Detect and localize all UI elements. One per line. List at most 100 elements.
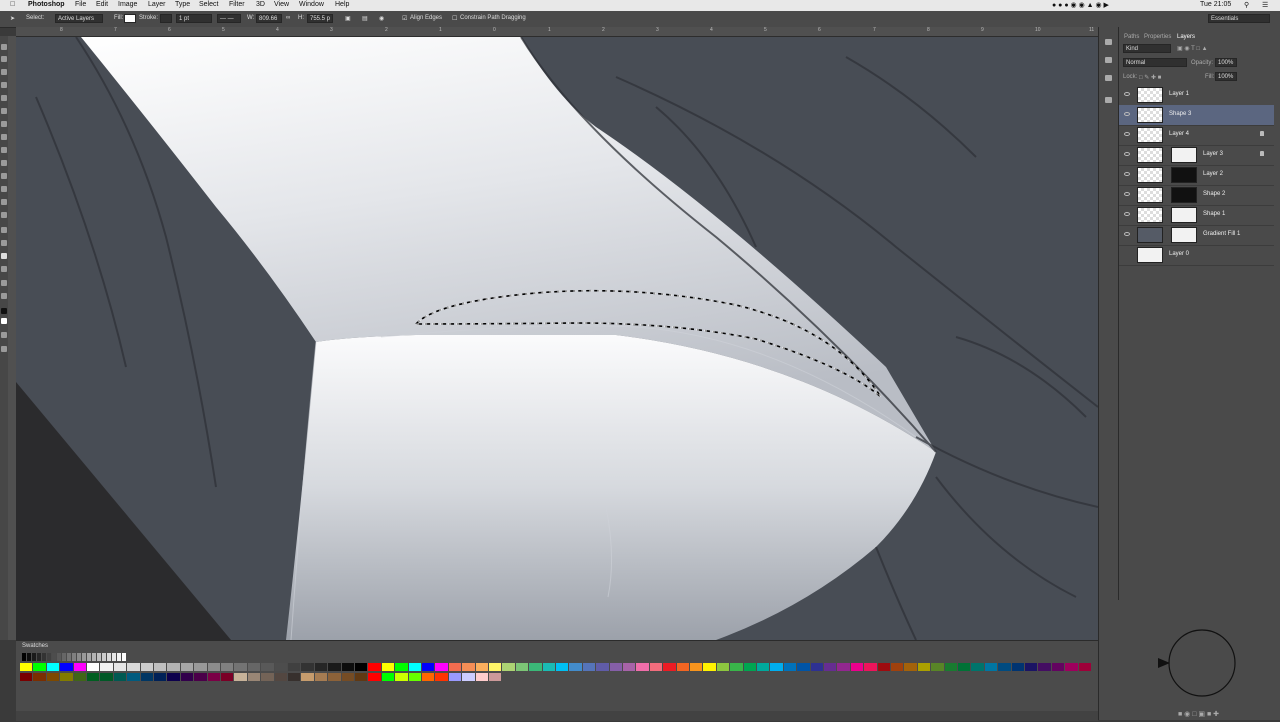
blur-tool-icon[interactable] [1,199,7,205]
tab-layers[interactable]: Layers [1177,34,1195,40]
clone-stamp-tool-icon[interactable] [1,147,7,153]
color-swatch[interactable] [27,653,31,661]
color-swatch[interactable] [971,663,984,671]
color-swatch[interactable] [73,673,86,681]
layer-row-gradient-fill-1[interactable]: Gradient Fill 1 [1119,225,1274,246]
workspace-dropdown[interactable]: Essentials [1208,14,1270,23]
color-swatch[interactable] [1025,663,1038,671]
visibility-eye-icon[interactable] [1124,172,1130,176]
layer-name[interactable]: Shape 3 [1169,111,1191,117]
visibility-eye-icon[interactable] [1124,132,1130,136]
opacity-field[interactable]: 100% [1215,58,1237,67]
color-swatch[interactable] [77,653,81,661]
color-swatch[interactable] [422,673,435,681]
path-operations-icon[interactable]: ▣ [345,15,351,22]
menu-type[interactable]: Type [175,1,190,8]
pen-tool-icon[interactable] [1,227,7,233]
visibility-eye-icon[interactable] [1124,152,1130,156]
color-swatch[interactable] [582,663,596,671]
layer-mask-thumbnail[interactable] [1171,147,1197,163]
color-swatch[interactable] [117,653,121,661]
color-swatch[interactable] [154,663,167,671]
color-swatch[interactable] [462,673,475,681]
layer-name[interactable]: Shape 2 [1203,191,1225,197]
color-swatch[interactable] [569,663,582,671]
layer-filter-dropdown[interactable]: Kind [1123,44,1171,53]
menu-layer[interactable]: Layer [148,1,166,8]
stroke-type-dropdown[interactable]: — — [217,14,241,23]
tab-paths[interactable]: Paths [1124,34,1139,40]
color-swatch[interactable] [917,663,931,671]
screen-mode-icon[interactable] [1,346,7,352]
color-swatch[interactable] [556,663,569,671]
layer-mask-thumbnail[interactable] [1171,167,1197,183]
apple-icon[interactable]:  [10,1,15,8]
color-swatch[interactable] [154,673,167,681]
menu-image[interactable]: Image [118,1,137,8]
quick-select-tool-icon[interactable] [1,82,7,88]
color-swatch[interactable] [381,663,395,671]
color-swatch[interactable] [448,663,462,671]
color-swatch[interactable] [757,663,770,671]
color-swatch[interactable] [22,653,26,661]
menu-edit[interactable]: Edit [96,1,108,8]
layer-name[interactable]: Shape 1 [1203,211,1225,217]
color-swatch[interactable] [221,663,234,671]
color-swatch[interactable] [33,673,46,681]
color-swatch[interactable] [341,663,354,671]
color-swatch[interactable] [113,663,127,671]
color-swatch[interactable] [234,663,247,671]
color-swatch[interactable] [107,653,111,661]
color-swatch[interactable] [97,653,101,661]
color-swatch[interactable] [770,663,783,671]
color-swatch[interactable] [824,663,837,671]
color-swatch[interactable] [489,673,502,681]
color-swatch[interactable] [87,663,100,671]
color-swatch[interactable] [529,663,542,671]
path-select-tool-icon[interactable]: ➤ [10,15,15,22]
color-swatch[interactable] [314,673,328,681]
menu-view[interactable]: View [274,1,289,8]
color-swatch[interactable] [57,653,61,661]
history-icon[interactable] [1105,39,1112,45]
character-icon[interactable] [1105,97,1112,103]
color-swatch[interactable] [194,673,207,681]
marquee-tool-icon[interactable] [1,56,7,62]
menu-filter[interactable]: Filter [229,1,245,8]
color-swatch[interactable] [797,663,810,671]
lock-icons[interactable]: □ ✎ ✚ ■ [1139,74,1161,81]
color-swatch[interactable] [247,673,261,681]
color-swatch[interactable] [703,663,716,671]
color-swatch[interactable] [87,673,100,681]
color-swatch[interactable] [623,663,636,671]
color-swatch[interactable] [931,663,944,671]
app-menu[interactable]: Photoshop [28,1,65,8]
foreground-color-icon[interactable] [1,308,7,314]
color-swatch[interactable] [783,663,797,671]
color-swatch[interactable] [207,673,220,681]
color-swatch[interactable] [1038,663,1051,671]
color-swatch[interactable] [180,663,194,671]
visibility-eye-icon[interactable] [1124,232,1130,236]
blend-mode-dropdown[interactable]: Normal [1123,58,1187,67]
layer-row-shape-3[interactable]: Shape 3 [1119,105,1274,126]
select-dropdown[interactable]: Active Layers [55,14,103,23]
fill-field[interactable]: 100% [1215,72,1237,81]
stroke-swatch[interactable] [160,14,172,23]
color-swatch[interactable] [730,663,743,671]
align-edges-checkbox[interactable]: ☑ [402,15,407,22]
layer-row-layer-0[interactable]: Layer 0 [1119,245,1274,266]
menu-clock[interactable]: Tue 21:05 [1200,1,1231,8]
layer-row-layer-2[interactable]: Layer 2 [1119,165,1274,186]
path-selection-tool-icon[interactable] [1,253,7,259]
color-swatch[interactable] [20,673,33,681]
color-swatch[interactable] [87,653,91,661]
color-swatch[interactable] [355,663,368,671]
document-canvas[interactable] [16,37,1098,640]
width-field[interactable]: 809.66 [256,14,282,23]
color-swatch[interactable] [113,673,127,681]
eraser-tool-icon[interactable] [1,173,7,179]
shape-tool-icon[interactable] [1,266,7,272]
crop-tool-icon[interactable] [1,95,7,101]
color-swatch[interactable] [221,673,234,681]
